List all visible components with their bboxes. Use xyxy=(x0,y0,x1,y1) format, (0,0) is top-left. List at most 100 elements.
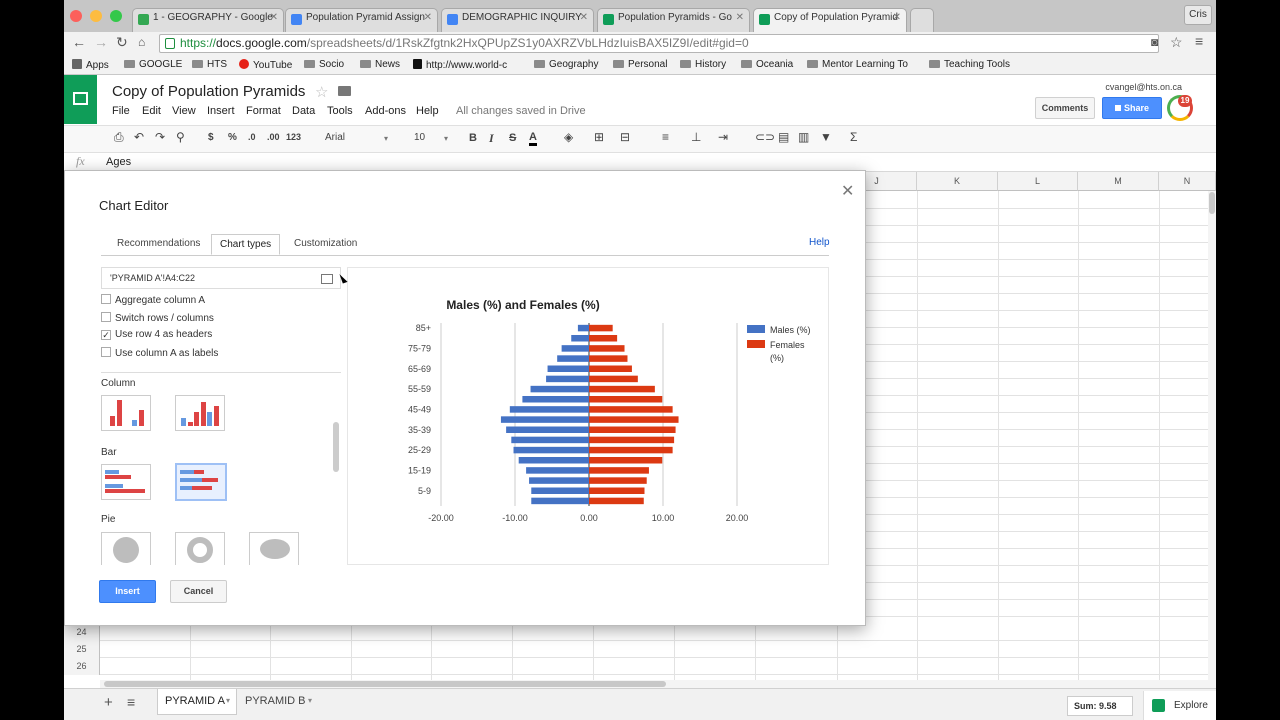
bookmark-oceania[interactable]: Oceania xyxy=(741,59,793,70)
help-link[interactable]: Help xyxy=(809,237,830,248)
sheet-tab-pyramid-a[interactable]: PYRAMID A ▾ xyxy=(157,689,237,715)
bookmark-hts[interactable]: HTS xyxy=(192,59,227,70)
explore-button[interactable]: Explore xyxy=(1143,691,1216,720)
add-sheet-icon[interactable]: + xyxy=(104,694,113,711)
stacked-column-chart-thumbnail[interactable] xyxy=(175,395,225,431)
percent-button[interactable]: % xyxy=(228,132,237,143)
chevron-down-icon[interactable]: ▾ xyxy=(308,689,312,713)
option-use-row-headers[interactable]: ✓ Use row 4 as headers xyxy=(101,329,212,340)
close-window-button[interactable] xyxy=(70,10,82,22)
reload-icon[interactable]: ↻ xyxy=(116,34,128,51)
maximize-window-button[interactable] xyxy=(110,10,122,22)
currency-button[interactable]: $ xyxy=(208,132,214,143)
donut-chart-thumbnail[interactable] xyxy=(175,532,225,565)
browser-tab-active[interactable]: Copy of Population Pyramid ✕ xyxy=(753,8,907,32)
chevron-down-icon[interactable]: ▾ xyxy=(226,689,230,713)
browser-tab[interactable]: Population Pyramid Assign ✕ xyxy=(285,8,438,32)
column-header-m[interactable]: M xyxy=(1078,172,1159,191)
vertical-scrollbar[interactable] xyxy=(1208,191,1216,688)
column-header-k[interactable]: K xyxy=(917,172,998,191)
bookmark-teaching-tools[interactable]: Teaching Tools xyxy=(929,59,1010,70)
close-icon[interactable]: ✕ xyxy=(580,12,588,23)
paint-format-icon[interactable]: ⚲ xyxy=(176,130,185,144)
folder-icon[interactable] xyxy=(338,86,351,96)
bookmark-google[interactable]: GOOGLE xyxy=(124,59,182,70)
bookmark-history[interactable]: History xyxy=(680,59,726,70)
menu-help[interactable]: Help xyxy=(416,105,439,117)
menu-insert[interactable]: Insert xyxy=(207,105,235,117)
increase-decimal-button[interactable]: .00 xyxy=(267,132,280,142)
sheet-tab-pyramid-b[interactable]: PYRAMID B ▾ xyxy=(238,689,320,715)
row-header-25[interactable]: 25 xyxy=(64,641,100,658)
close-icon[interactable]: ✕ xyxy=(841,181,854,201)
bookmark-apps[interactable]: Apps xyxy=(72,59,109,71)
borders-icon[interactable]: ⊞ xyxy=(594,130,604,144)
functions-button[interactable]: Σ xyxy=(850,130,857,144)
all-sheets-icon[interactable]: ≡ xyxy=(127,694,135,710)
bold-button[interactable]: B xyxy=(469,132,477,144)
option-aggregate-column[interactable]: Aggregate column A xyxy=(101,294,205,306)
sheets-home-button[interactable] xyxy=(64,75,97,124)
browser-tab[interactable]: 1 - GEOGRAPHY - Google ✕ xyxy=(132,8,284,32)
close-icon[interactable]: ✕ xyxy=(424,12,432,23)
comments-button[interactable]: Comments xyxy=(1035,97,1095,119)
pie-chart-thumbnail[interactable] xyxy=(101,532,151,565)
option-switch-rows[interactable]: Switch rows / columns xyxy=(101,312,214,324)
column-header-l[interactable]: L xyxy=(998,172,1078,191)
star-icon[interactable]: ☆ xyxy=(1170,34,1183,51)
back-icon[interactable]: ← xyxy=(72,34,86,50)
share-button[interactable]: Share xyxy=(1102,97,1162,119)
bookmark-geography[interactable]: Geography xyxy=(534,59,598,70)
tab-chart-types[interactable]: Chart types xyxy=(211,234,281,255)
bookmark-world[interactable]: http://www.world-c xyxy=(413,59,507,71)
grid-icon[interactable] xyxy=(321,274,333,284)
account-email[interactable]: cvangel@hts.on.ca xyxy=(1105,82,1182,92)
align-left-icon[interactable]: ≡ xyxy=(662,130,669,144)
profile-button[interactable]: Cris xyxy=(1184,5,1212,25)
menu-view[interactable]: View xyxy=(172,105,196,117)
bookmark-socio[interactable]: Socio xyxy=(304,59,344,70)
text-wrap-icon[interactable]: ⇥ xyxy=(718,130,728,144)
bookmark-news[interactable]: News xyxy=(360,59,400,70)
merge-cells-icon[interactable]: ⊟ xyxy=(620,130,630,144)
print-icon[interactable]: ⎙ xyxy=(114,130,124,145)
menu-icon[interactable]: ≡ xyxy=(1195,33,1203,49)
menu-add-ons[interactable]: Add-ons xyxy=(365,105,406,117)
extension-icon[interactable]: ◙ xyxy=(1151,35,1158,49)
document-title[interactable]: Copy of Population Pyramids xyxy=(112,83,305,100)
menu-tools[interactable]: Tools xyxy=(327,105,353,117)
browser-tab[interactable]: DEMOGRAPHIC INQUIRY ✕ xyxy=(441,8,594,32)
stacked-bar-chart-thumbnail-selected[interactable] xyxy=(175,463,227,501)
row-header-24[interactable]: 24 xyxy=(64,624,100,641)
comment-icon[interactable]: ▤ xyxy=(778,130,789,144)
sum-indicator[interactable]: Sum: 9.58 xyxy=(1067,696,1133,716)
decrease-decimal-button[interactable]: .0 xyxy=(248,132,256,142)
column-chart-thumbnail[interactable] xyxy=(101,395,151,431)
undo-icon[interactable]: ↶ xyxy=(134,130,144,144)
data-range-input[interactable]: 'PYRAMID A'!A4:C22 xyxy=(101,267,341,289)
horizontal-scroll-thumb[interactable] xyxy=(104,681,666,687)
font-select[interactable]: Arial xyxy=(325,132,345,143)
menu-file[interactable]: File xyxy=(112,105,130,117)
address-bar[interactable]: https://docs.google.com/spreadsheets/d/1… xyxy=(159,34,1159,53)
chevron-down-icon[interactable]: ▾ xyxy=(384,134,388,143)
vertical-align-icon[interactable]: ⊥ xyxy=(691,130,701,144)
close-icon[interactable]: ✕ xyxy=(893,12,901,23)
checkbox[interactable] xyxy=(101,312,111,322)
checkbox[interactable] xyxy=(101,347,111,357)
tab-recommendations[interactable]: Recommendations xyxy=(109,234,208,255)
font-size-select[interactable]: 10 xyxy=(414,132,425,143)
menu-data[interactable]: Data xyxy=(292,105,315,117)
tab-customization[interactable]: Customization xyxy=(286,234,365,255)
chevron-down-icon[interactable]: ▾ xyxy=(444,134,448,143)
bookmark-mentor[interactable]: Mentor Learning To xyxy=(807,59,908,70)
checkbox-checked[interactable]: ✓ xyxy=(101,330,111,340)
insert-button[interactable]: Insert xyxy=(99,580,156,603)
strikethrough-button[interactable]: S xyxy=(509,132,516,144)
chart-types-scrollbar[interactable] xyxy=(333,422,339,472)
browser-tab[interactable]: Population Pyramids - Go ✕ xyxy=(597,8,750,32)
option-use-column-labels[interactable]: Use column A as labels xyxy=(101,347,218,359)
bookmark-youtube[interactable]: YouTube xyxy=(239,59,292,71)
bookmark-personal[interactable]: Personal xyxy=(613,59,667,70)
italic-button[interactable]: I xyxy=(489,131,494,146)
